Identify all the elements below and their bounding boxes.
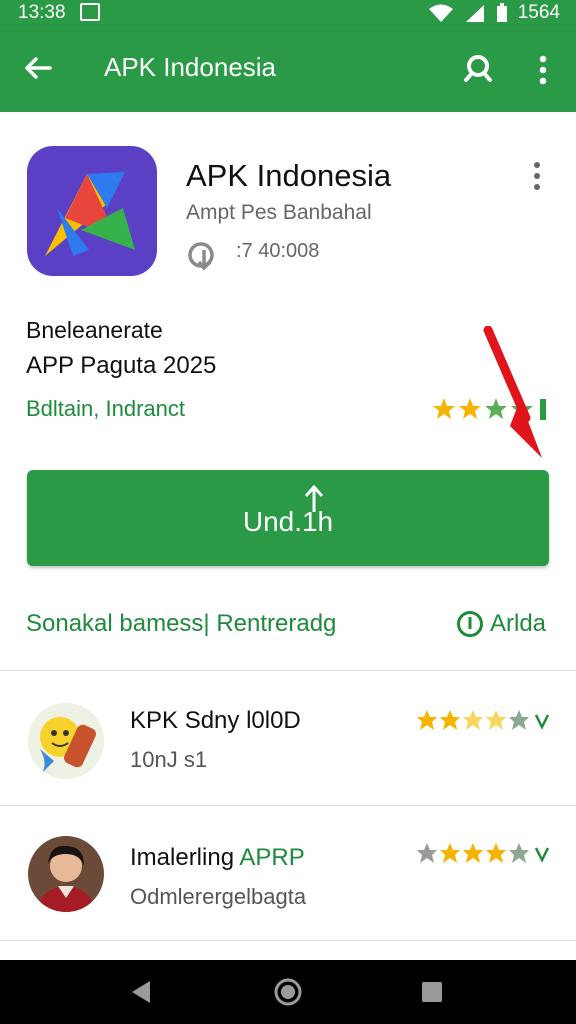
list-item-subtitle: 10nJ s1	[130, 747, 208, 772]
description-line-1: Bneleanerate	[26, 317, 163, 343]
card-more-icon[interactable]	[526, 160, 548, 192]
app-bar: APK Indonesia	[0, 26, 576, 112]
signal-icon	[465, 5, 484, 22]
star-icon	[509, 710, 529, 730]
list-item-rating	[416, 842, 556, 866]
app-name: APK Indonesia	[186, 158, 392, 193]
list-item-title-accent: APRP	[239, 844, 305, 871]
description-line-2: APP Paguta 2025	[26, 352, 217, 379]
star-icon	[417, 843, 437, 863]
info-link-label: Arlda	[490, 610, 547, 637]
star-icon	[417, 710, 437, 730]
list-item-title-text: Imalerling	[130, 844, 235, 871]
status-bar: 13:38 1564	[0, 0, 576, 26]
more-vert-icon[interactable]	[528, 52, 558, 88]
list-item[interactable]: KPK Sdny l0l0D 10nJ s1	[0, 671, 576, 803]
list-item-rating	[416, 709, 556, 733]
system-nav-bar	[0, 960, 576, 1024]
list-item[interactable]: Imalerling APRP Odmlerergelbagta	[0, 806, 576, 938]
star-icon	[463, 710, 483, 730]
install-button[interactable]: Und.1h	[27, 470, 549, 566]
divider	[0, 940, 576, 941]
list-item-title: Imalerling APRP	[130, 844, 305, 872]
battery-icon	[496, 3, 507, 22]
status-time-right: 1564	[517, 2, 560, 23]
star-icon	[459, 398, 481, 419]
developer-name[interactable]: Ampt Pes Banbahal	[186, 201, 372, 225]
star-icon	[486, 843, 506, 863]
avatar	[28, 836, 104, 912]
star-icon	[433, 398, 455, 419]
rating-stars	[417, 710, 550, 730]
star-icon	[486, 710, 506, 730]
info-icon	[457, 611, 483, 637]
list-item-title: KPK Sdny l0l0D	[130, 707, 301, 734]
status-time: 13:38	[18, 2, 66, 23]
chevron-down-icon	[534, 847, 550, 863]
star-icon	[440, 843, 460, 863]
list-item-subtitle: Odmlerergelbagta	[130, 884, 307, 909]
download-icon	[188, 242, 214, 271]
rating-stars	[417, 843, 550, 863]
wifi-icon	[428, 4, 453, 22]
avatar	[28, 703, 104, 779]
nav-home-icon[interactable]	[272, 976, 304, 1008]
notification-icon	[80, 3, 100, 21]
annotation-arrow-icon	[483, 326, 542, 458]
star-icon	[509, 843, 529, 863]
star-icon	[440, 710, 460, 730]
back-arrow-icon[interactable]	[22, 52, 54, 84]
search-icon[interactable]	[460, 50, 496, 86]
nav-back-icon[interactable]	[126, 976, 158, 1008]
nav-recents-icon[interactable]	[416, 976, 448, 1008]
install-button-label: Und.1h	[242, 506, 334, 537]
status-icons: 1564	[428, 2, 560, 24]
app-bar-title: APK Indonesia	[104, 52, 277, 82]
app-logo	[27, 146, 157, 276]
info-link[interactable]: Arlda	[456, 610, 546, 638]
download-size: :7 40:008	[236, 240, 320, 262]
category-label[interactable]: Bdltain, Indranct	[26, 396, 185, 422]
chevron-down-icon	[534, 714, 550, 730]
star-icon	[463, 843, 483, 863]
links-text[interactable]: Sonakal bamess| Rentreradg	[26, 610, 336, 638]
